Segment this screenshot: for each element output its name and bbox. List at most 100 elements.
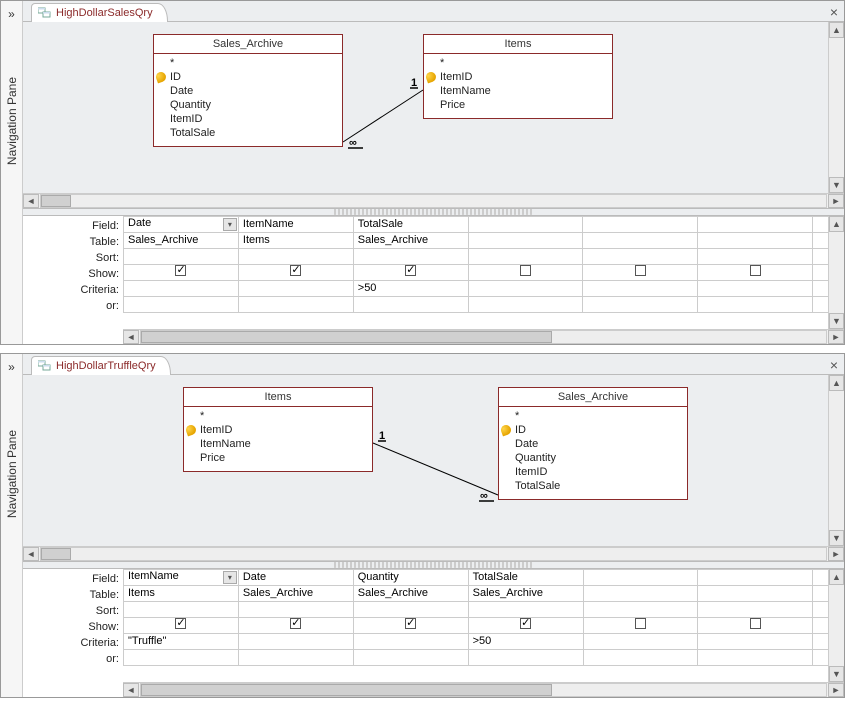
field-item[interactable]: ItemID (515, 465, 681, 479)
grid-cell[interactable] (698, 232, 813, 248)
vertical-scrollbar[interactable]: ▲▼ (828, 569, 844, 682)
grid-cell[interactable] (468, 232, 583, 248)
grid-cell[interactable] (238, 649, 353, 665)
grid-cell[interactable] (583, 264, 698, 280)
show-checkbox[interactable] (750, 265, 761, 276)
grid-cell[interactable] (698, 216, 813, 232)
grid-cell[interactable] (124, 264, 239, 280)
field-item[interactable]: * (170, 56, 336, 70)
show-checkbox[interactable] (175, 265, 186, 276)
relationship-line[interactable]: 1∞ (23, 375, 823, 545)
grid-cell[interactable] (812, 264, 828, 280)
field-item[interactable]: TotalSale (170, 126, 336, 140)
field-item[interactable]: Date (515, 437, 681, 451)
show-checkbox[interactable] (520, 265, 531, 276)
pane-splitter[interactable] (23, 561, 844, 569)
grid-cell[interactable] (812, 232, 828, 248)
grid-cell[interactable] (698, 601, 813, 617)
grid-cell[interactable] (124, 649, 239, 665)
grid-cell[interactable] (583, 617, 698, 633)
navigation-pane-collapsed[interactable]: »Navigation Pane (1, 1, 23, 344)
grid-cell[interactable] (468, 617, 583, 633)
grid-cell[interactable] (698, 264, 813, 280)
scroll-down-icon[interactable]: ▼ (829, 313, 844, 329)
grid-cell[interactable] (124, 617, 239, 633)
grid-cell[interactable] (583, 649, 698, 665)
horizontal-scrollbar[interactable]: ◄► (123, 682, 844, 697)
field-item[interactable]: * (200, 409, 366, 423)
grid-cell[interactable]: Items (124, 585, 239, 601)
grid-cell[interactable] (583, 216, 698, 232)
grid-cell[interactable] (698, 649, 813, 665)
scroll-track[interactable] (40, 194, 827, 208)
scroll-track[interactable] (829, 585, 844, 666)
scroll-up-icon[interactable]: ▲ (829, 375, 844, 391)
expand-nav-icon[interactable]: » (8, 354, 15, 380)
scroll-down-icon[interactable]: ▼ (829, 177, 844, 193)
field-item[interactable]: ItemName (440, 84, 606, 98)
scroll-left-icon[interactable]: ◄ (23, 194, 39, 208)
grid-cell[interactable]: ItemName▾ (124, 569, 239, 585)
scroll-right-icon[interactable]: ► (828, 194, 844, 208)
table-sales_archive[interactable]: Sales_Archive*IDDateQuantityItemIDTotalS… (153, 34, 343, 147)
vertical-scrollbar[interactable]: ▲▼ (828, 216, 844, 329)
grid-cell[interactable] (353, 296, 468, 312)
show-checkbox[interactable] (635, 618, 646, 629)
grid-cell[interactable] (583, 248, 698, 264)
show-checkbox[interactable] (520, 618, 531, 629)
field-item[interactable]: Price (200, 451, 366, 465)
grid-cell[interactable] (583, 280, 698, 296)
table-header[interactable]: Sales_Archive (499, 388, 687, 407)
table-header[interactable]: Items (184, 388, 372, 407)
grid-cell[interactable]: TotalSale (468, 569, 583, 585)
grid-cell[interactable] (468, 296, 583, 312)
close-icon[interactable]: × (830, 4, 838, 20)
grid-cell[interactable]: "Truffle" (124, 633, 239, 649)
field-item[interactable]: ID (170, 70, 336, 84)
grid-cell[interactable] (698, 633, 813, 649)
grid-cell[interactable] (812, 617, 828, 633)
grid-cell[interactable]: Sales_Archive (468, 585, 583, 601)
grid-cell[interactable] (468, 216, 583, 232)
grid-cell[interactable] (812, 649, 828, 665)
grid-cell[interactable] (583, 585, 698, 601)
grid-cell[interactable] (353, 633, 468, 649)
table-sales_archive[interactable]: Sales_Archive*IDDateQuantityItemIDTotalS… (498, 387, 688, 500)
vertical-scrollbar[interactable]: ▲▼ (828, 22, 844, 192)
expand-nav-icon[interactable]: » (8, 1, 15, 27)
scroll-track[interactable] (829, 232, 844, 313)
grid-cell[interactable]: Sales_Archive (353, 232, 468, 248)
show-checkbox[interactable] (750, 618, 761, 629)
grid-cell[interactable]: Items (238, 232, 353, 248)
grid-cell[interactable] (812, 248, 828, 264)
field-item[interactable]: ItemID (440, 70, 606, 84)
scroll-thumb[interactable] (141, 684, 552, 696)
grid-cell[interactable] (353, 248, 468, 264)
grid-cell[interactable]: Quantity (353, 569, 468, 585)
grid-cell[interactable]: Date (238, 569, 353, 585)
scroll-left-icon[interactable]: ◄ (23, 547, 39, 561)
table-diagram-pane[interactable]: 1∞Items*ItemIDItemNamePriceSales_Archive… (23, 375, 844, 545)
grid-cell[interactable] (238, 633, 353, 649)
scroll-down-icon[interactable]: ▼ (829, 530, 844, 546)
grid-cell[interactable] (124, 601, 239, 617)
grid-cell[interactable]: TotalSale (353, 216, 468, 232)
grid-cell[interactable] (238, 617, 353, 633)
grid-cell[interactable] (812, 601, 828, 617)
field-item[interactable]: ItemID (200, 423, 366, 437)
grid-cell[interactable] (812, 633, 828, 649)
grid-cell[interactable] (353, 617, 468, 633)
grid-cell[interactable] (468, 248, 583, 264)
table-items[interactable]: Items *ItemIDItemNamePrice (183, 387, 373, 472)
grid-cell[interactable] (353, 601, 468, 617)
field-item[interactable]: * (440, 56, 606, 70)
scroll-right-icon[interactable]: ► (828, 547, 844, 561)
grid-cell[interactable] (468, 601, 583, 617)
grid-cell[interactable] (583, 296, 698, 312)
grid-cell[interactable] (698, 280, 813, 296)
grid-cell[interactable] (124, 296, 239, 312)
field-item[interactable]: ItemName (200, 437, 366, 451)
grid-cell[interactable] (238, 296, 353, 312)
scroll-down-icon[interactable]: ▼ (829, 666, 844, 682)
field-item[interactable]: Quantity (170, 98, 336, 112)
